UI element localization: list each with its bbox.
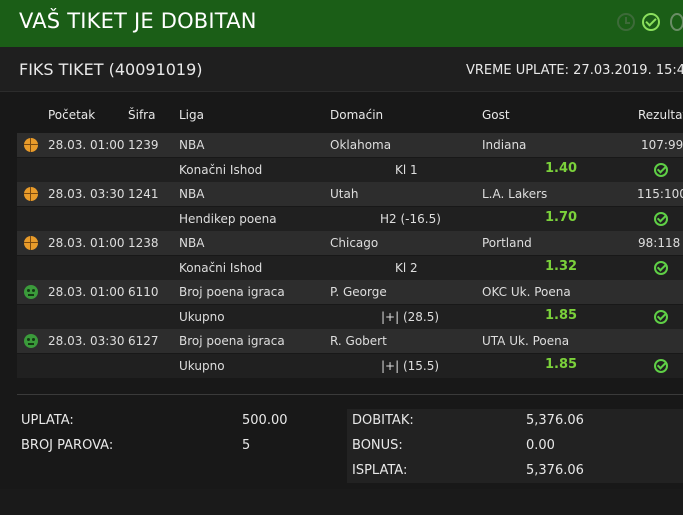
bet-odds: 1.32 [545,259,578,274]
summary-divider [17,394,683,395]
col-header-start: Početak [48,108,96,122]
pairs-count-label: BROJ PAROVA: [21,438,114,453]
stake-label: UPLATA: [21,413,74,428]
bet-tip-group: Konačni Ishod [179,163,263,177]
bet-tip: Kl 2 [395,261,418,275]
bet-code: 1241 [128,187,159,201]
winnings-label: DOBITAK: [352,413,414,428]
bet-result: 98:118 [638,236,681,250]
ticket-status-title: VAŠ TIKET JE DOBITAN [19,9,257,33]
bet-tip-row: Ukupno |+| (15.5) 1.85 [17,354,683,378]
bet-league: NBA [179,187,205,201]
col-header-away: Gost [482,108,510,122]
bet-league: Broj poena igraca [179,285,285,299]
bet-code: 1239 [128,138,159,152]
bet-tip-row: Konačni Ishod Kl 1 1.40 [17,158,683,182]
bet-tip-row: Ukupno |+| (28.5) 1.85 [17,305,683,329]
bet-row[interactable]: 28.03. 03:30 6127 Broj poena igraca R. G… [17,329,683,353]
check-circle-icon [654,261,668,275]
col-header-code: Šifra [128,108,156,122]
player-icon [24,285,38,299]
check-circle-icon [654,359,668,373]
clock-icon[interactable] [617,13,635,31]
bet-odds: 1.85 [545,357,578,372]
basketball-icon [24,138,38,152]
payout-label: ISPLATA: [352,463,408,478]
bet-tip-group: Hendikep poena [179,212,277,226]
basketball-icon [24,187,38,201]
bet-start-time: 28.03. 03:30 [48,187,125,201]
bet-away: OKC Uk. Poena [482,285,571,299]
payment-time: VREME UPLATE: 27.03.2019. 15:40 [466,63,683,78]
bet-tip: |+| (15.5) [381,359,440,373]
bet-tip-row: Hendikep poena H2 (-16.5) 1.70 [17,207,683,231]
bet-away: Portland [482,236,532,250]
col-header-home: Domaćin [330,108,384,122]
col-header-result: Rezultat [638,108,683,122]
footer-bar [0,489,683,515]
bet-home: Oklahoma [330,138,392,152]
payout-value: 5,376.06 [526,463,584,478]
bet-start-time: 28.03. 03:30 [48,334,125,348]
bet-odds: 1.85 [545,308,578,323]
bonus-label: BONUS: [352,438,403,453]
bet-home: Chicago [330,236,379,250]
bet-tip: H2 (-16.5) [380,212,441,226]
bet-start-time: 28.03. 01:00 [48,138,125,152]
ticket-id: FIKS TIKET (40091019) [19,60,203,79]
check-circle-icon [654,212,668,226]
bet-tip-group: Ukupno [179,310,225,324]
bet-result: 107:99 [641,138,683,152]
col-header-league: Liga [179,108,204,122]
pairs-count-value: 5 [242,438,251,453]
bet-code: 1238 [128,236,159,250]
player-icon [24,334,38,348]
bet-home: Utah [330,187,359,201]
bet-tip: |+| (28.5) [381,310,440,324]
bet-league: NBA [179,236,205,250]
bet-code: 6127 [128,334,159,348]
stake-value: 500.00 [242,413,288,428]
bet-code: 6110 [128,285,159,299]
bet-away: L.A. Lakers [482,187,548,201]
bet-odds: 1.40 [545,161,578,176]
check-circle-icon [654,310,668,324]
partial-icon[interactable] [670,13,683,31]
bet-odds: 1.70 [545,210,578,225]
bet-away: Indiana [482,138,527,152]
bet-row[interactable]: 28.03. 01:00 1238 NBA Chicago Portland 9… [17,231,683,255]
bet-away: UTA Uk. Poena [482,334,570,348]
bet-result: 115:100 [637,187,683,201]
bet-row[interactable]: 28.03. 01:00 1239 NBA Oklahoma Indiana 1… [17,133,683,157]
check-circle-icon [654,163,668,177]
bet-row[interactable]: 28.03. 03:30 1241 NBA Utah L.A. Lakers 1… [17,182,683,206]
bet-league: NBA [179,138,205,152]
bet-start-time: 28.03. 01:00 [48,236,125,250]
bet-start-time: 28.03. 01:00 [48,285,125,299]
check-icon[interactable] [642,13,660,31]
bet-home: P. George [330,285,387,299]
bonus-value: 0.00 [526,438,555,453]
basketball-icon [24,236,38,250]
bet-league: Broj poena igraca [179,334,285,348]
bet-tip-group: Konačni Ishod [179,261,263,275]
bet-row[interactable]: 28.03. 01:00 6110 Broj poena igraca P. G… [17,280,683,304]
bet-tip: Kl 1 [395,163,418,177]
winnings-value: 5,376.06 [526,413,584,428]
ticket-info-bar: FIKS TIKET (40091019) VREME UPLATE: 27.0… [0,47,683,92]
bet-home: R. Gobert [330,334,387,348]
bet-tip-row: Konačni Ishod Kl 2 1.32 [17,256,683,280]
ticket-header: VAŠ TIKET JE DOBITAN [0,0,683,47]
bet-tip-group: Ukupno [179,359,225,373]
